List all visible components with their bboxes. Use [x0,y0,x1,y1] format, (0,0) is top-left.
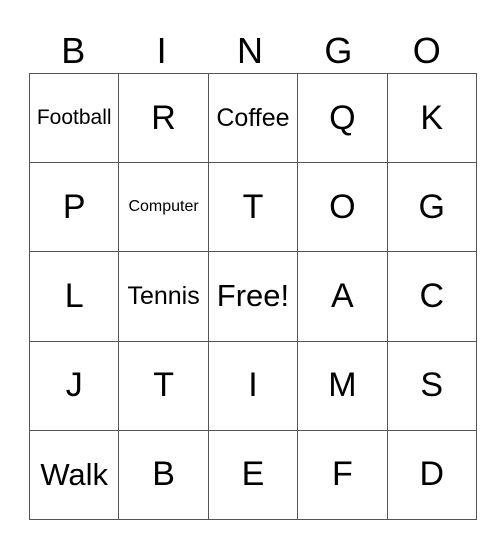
bingo-cell[interactable]: I [207,340,299,431]
header-letter-i: I [156,30,167,71]
bingo-cell[interactable]: T [118,340,209,431]
bingo-cell[interactable]: Football [28,72,120,164]
bingo-cell[interactable]: Q [297,72,388,164]
header-letter-o: O [412,30,441,71]
bingo-card: Football R Coffee Q K P Computer T O G L Tennis Free… [28,72,477,520]
bingo-cell[interactable]: D [386,429,477,520]
bingo-cell[interactable]: E [207,429,299,520]
bingo-cell[interactable]: Coffee [207,72,299,164]
bingo-cell[interactable]: R [118,72,209,164]
bingo-cell[interactable]: F [297,429,388,520]
header-letter-g: G [324,30,353,71]
bingo-cell[interactable]: Tennis [118,251,209,342]
bingo-cell[interactable]: T [207,162,299,253]
bingo-cell[interactable]: G [386,162,477,253]
bingo-cell[interactable]: Free! [207,251,299,342]
bingo-row: JTIMS [28,340,477,431]
bingo-row: Walk B E F D [28,429,477,520]
bingo-cell[interactable]: B [118,429,209,520]
bingo-cell[interactable]: L [28,251,120,342]
bingo-header: B I N G O [29,28,471,73]
bingo-cell[interactable]: Computer [118,162,209,253]
bingo-cell[interactable]: K [386,72,477,164]
bingo-cell[interactable]: P [28,162,120,253]
bingo-row: L Tennis Free! A C [28,251,477,342]
bingo-cell[interactable]: Walk [28,429,120,520]
header-letter-b: B [61,30,86,71]
bingo-cell[interactable]: O [297,162,388,253]
header-letter-n: N [236,30,263,71]
bingo-cell[interactable]: C [386,251,477,342]
bingo-row: Football R Coffee Q K [28,72,477,164]
bingo-cell[interactable]: M [297,340,388,431]
bingo-cell[interactable]: A [297,251,388,342]
bingo-cell[interactable]: S [386,340,477,431]
bingo-row: P Computer T O G [28,162,477,253]
bingo-cell[interactable]: J [28,340,120,431]
